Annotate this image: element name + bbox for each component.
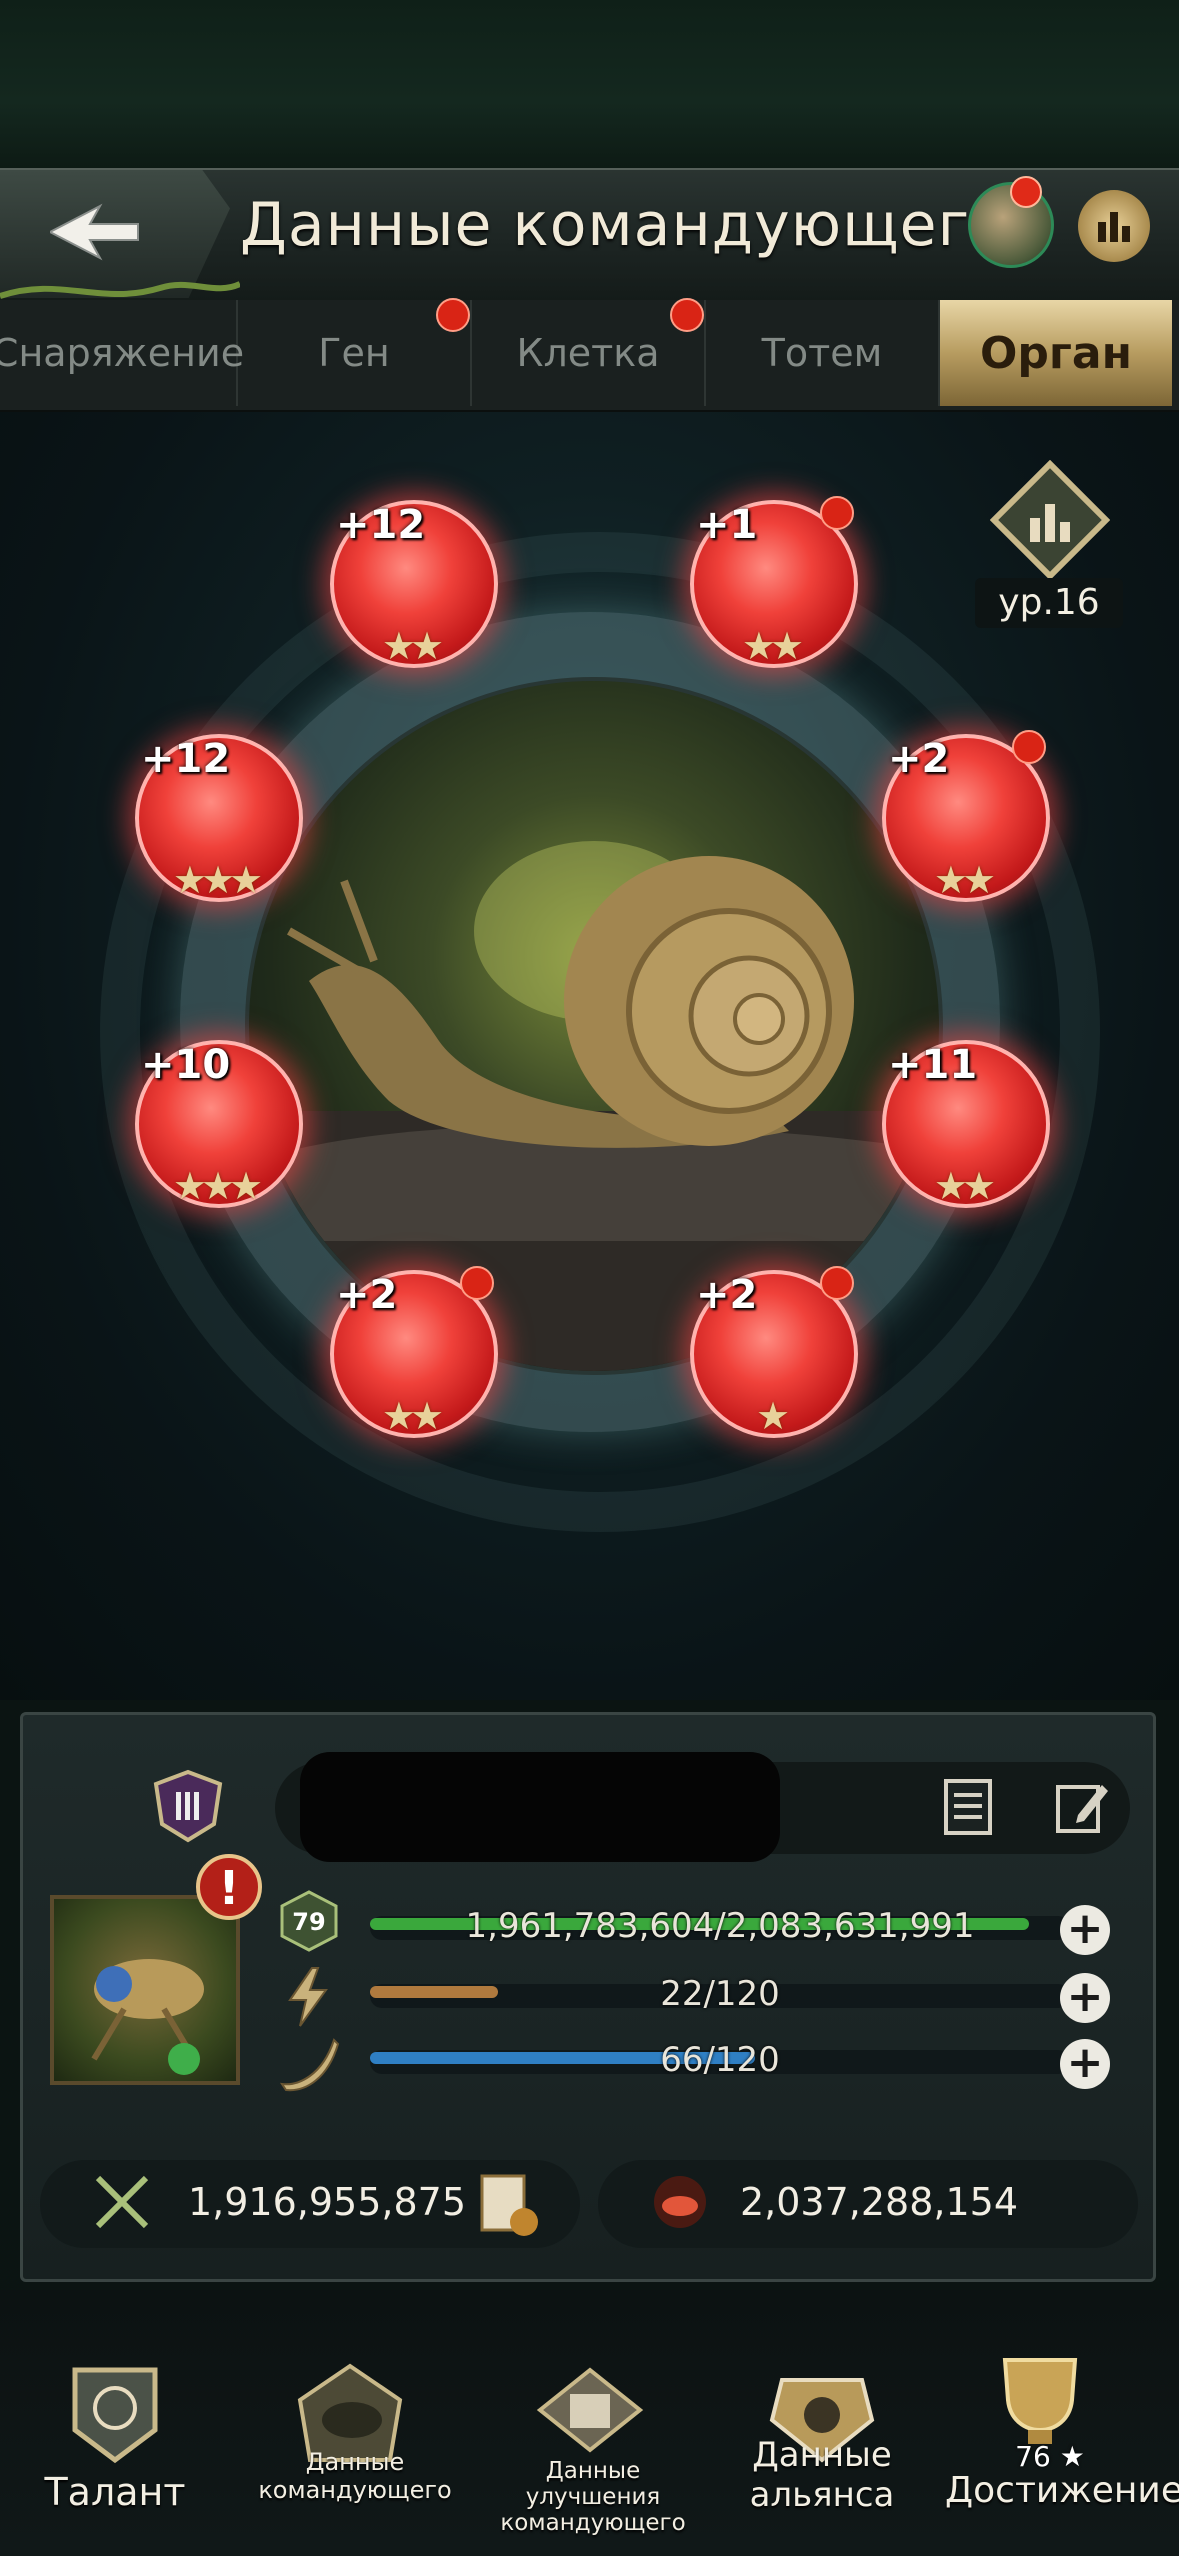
star-rating: ★★ [381, 624, 444, 668]
notification-dot [460, 1266, 494, 1300]
energy-bar: 22/120 [370, 1974, 1070, 2014]
redacted-name [300, 1752, 780, 1862]
organ-slot-4[interactable]: +2 ★★ [882, 730, 1052, 904]
star-rating: ★★★ [172, 1164, 263, 1208]
top-background [0, 0, 1179, 170]
organ-slot-6[interactable]: +11 ★★ [882, 1040, 1052, 1210]
nav-commander-data[interactable]: Данные командующего [245, 2448, 465, 2504]
add-stamina-button[interactable]: + [1060, 2039, 1110, 2089]
star-rating: ★★★ [172, 858, 263, 902]
talent-icon[interactable] [55, 2360, 175, 2470]
hp-bar: 1,961,783,604/2,083,631,991 [370, 1906, 1070, 1946]
commander-avatar[interactable] [50, 1895, 240, 2085]
star-rating: ★★ [381, 1394, 444, 1438]
notification-dot [1010, 176, 1042, 208]
tab-bar: Снаряжение Ген Клетка Тотем Орган [0, 298, 1179, 412]
horn-icon [278, 2032, 340, 2094]
energy-icon [278, 1966, 340, 2028]
tab-organ[interactable]: Орган [940, 300, 1172, 406]
stamina-bar: 66/120 [370, 2040, 1070, 2080]
power-value: 1,916,955,875 [188, 2180, 467, 2224]
organ-panel: ур.16 +12 ★★ +1 ★★ +12 ★★★ +2 ★★ +10 ★★★… [0, 412, 1179, 1700]
document-icon[interactable] [936, 1775, 1000, 1839]
notification-dot [1012, 730, 1046, 764]
star-rating: ★ [755, 1394, 790, 1438]
star-rating: ★★ [933, 858, 996, 902]
upgrade-data-icon[interactable] [530, 2360, 650, 2470]
level-badge-icon: 79 [278, 1890, 340, 1952]
organ-level-icon[interactable] [989, 459, 1111, 581]
nav-alliance-data[interactable]: Данные альянса [732, 2435, 912, 2515]
organ-slot-8[interactable]: +2 ★ [690, 1266, 860, 1440]
organ-slot-3[interactable]: +12 ★★★ [135, 734, 305, 904]
organ-slot-1[interactable]: +12 ★★ [330, 500, 500, 670]
page-title: Данные командующего [240, 190, 1008, 260]
energy-value: 22/120 [660, 1974, 780, 2014]
organ-slot-7[interactable]: +2 ★★ [330, 1266, 500, 1440]
organ-slot-5[interactable]: +10 ★★★ [135, 1040, 305, 1210]
nav-achievement[interactable]: Достижение [945, 2470, 1179, 2511]
edit-icon[interactable] [1050, 1775, 1114, 1839]
tab-gene[interactable]: Ген [238, 298, 472, 406]
ranking-icon[interactable] [1078, 190, 1150, 262]
notification-dot [820, 496, 854, 530]
notification-dot [820, 1266, 854, 1300]
star-rating: ★★ [741, 624, 804, 668]
tab-totem[interactable]: Тотем [706, 300, 940, 406]
nav-upgrade-data[interactable]: Данные улучшения командующего [475, 2458, 711, 2536]
star-rating: ★★ [933, 1164, 996, 1208]
crossed-swords-icon [90, 2170, 154, 2234]
organ-slot-2[interactable]: +1 ★★ [690, 496, 860, 670]
rank-shield-icon [150, 1768, 226, 1844]
add-energy-button[interactable]: + [1060, 1973, 1110, 2023]
alert-icon[interactable]: ! [196, 1854, 262, 1920]
kills-icon [648, 2170, 712, 2234]
achievement-badge: 76 ★ [1015, 2440, 1085, 2473]
stamina-value: 66/120 [660, 2040, 780, 2080]
tab-cell[interactable]: Клетка [472, 298, 706, 406]
svg-text:79: 79 [292, 1908, 325, 1936]
nav-talent[interactable]: Талант [25, 2470, 205, 2514]
tab-equipment[interactable]: Снаряжение [0, 300, 244, 406]
kills-value: 2,037,288,154 [740, 2180, 1019, 2224]
notification-dot [436, 298, 470, 332]
back-arrow-icon [47, 202, 140, 266]
scroll-icon[interactable] [472, 2168, 544, 2240]
notification-dot [670, 298, 704, 332]
hp-value: 1,961,783,604/2,083,631,991 [465, 1906, 975, 1946]
add-hp-button[interactable]: + [1060, 1905, 1110, 1955]
organ-level-label: ур.16 [975, 578, 1123, 628]
